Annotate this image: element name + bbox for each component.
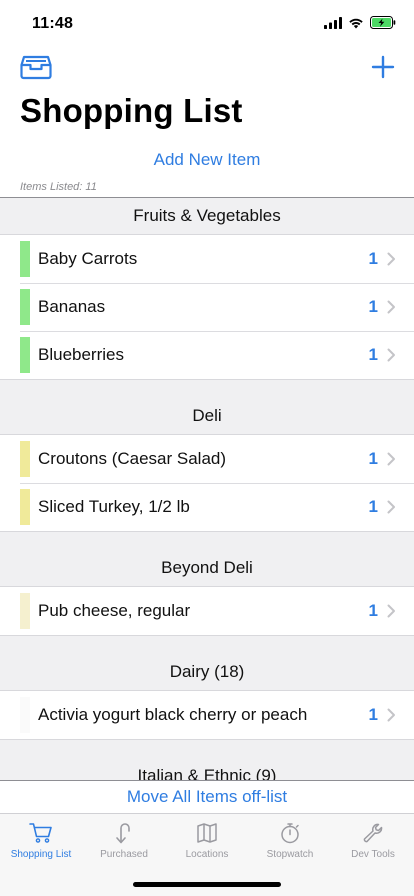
page-title: Shopping List [20, 92, 243, 129]
move-all-items-button[interactable]: Move All Items off-list [127, 787, 287, 807]
tab-label: Locations [185, 849, 229, 860]
tab-locations[interactable]: Locations [166, 820, 248, 870]
chevron-right-icon [387, 708, 395, 722]
tab-label: Shopping List [10, 849, 72, 860]
wifi-icon [349, 18, 363, 28]
list-item[interactable]: Activia yogurt black cherry or peach 1 [0, 691, 414, 739]
map-icon [197, 823, 217, 843]
section-group: Activia yogurt black cherry or peach 1 [0, 690, 414, 740]
category-color-bar [20, 441, 30, 477]
list-item[interactable]: Blueberries 1 [0, 331, 414, 379]
category-color-bar [20, 593, 30, 629]
list-item[interactable]: Croutons (Caesar Salad) 1 [0, 435, 414, 483]
chevron-right-icon [387, 300, 395, 314]
section-header: Italian & Ethnic (9) [0, 758, 414, 780]
chevron-right-icon [387, 500, 395, 514]
cellular-signal-icon [324, 16, 342, 29]
item-label: Baby Carrots [38, 249, 138, 268]
section-group: Baby Carrots 1 Bananas 1 Blueberries 1 [0, 234, 414, 380]
chevron-right-icon [387, 452, 395, 466]
item-label: Croutons (Caesar Salad) [38, 449, 227, 468]
category-color-bar [20, 241, 30, 277]
category-color-bar [20, 289, 30, 325]
item-quantity: 1 [368, 601, 378, 620]
list-item[interactable]: Bananas 1 [0, 283, 414, 331]
add-new-item-button[interactable]: Add New Item [0, 150, 414, 170]
move-all-bar: Move All Items off-list [0, 780, 414, 813]
chevron-right-icon [387, 252, 395, 266]
tab-dev-tools[interactable]: Dev Tools [332, 820, 414, 870]
tab-label: Stopwatch [266, 849, 314, 860]
cart-icon [29, 823, 52, 843]
list-item[interactable]: Sliced Turkey, 1/2 lb 1 [0, 483, 414, 531]
item-label: Pub cheese, regular [38, 601, 191, 620]
section-group: Croutons (Caesar Salad) 1 Sliced Turkey, 1… [0, 434, 414, 532]
section-header: Deli [0, 398, 414, 434]
home-indicator [133, 882, 281, 887]
section-header: Dairy (18) [0, 654, 414, 690]
chevron-right-icon [387, 348, 395, 362]
item-quantity: 1 [368, 297, 378, 316]
item-label: Blueberries [38, 345, 124, 364]
tab-stopwatch[interactable]: Stopwatch [249, 820, 331, 870]
chevron-right-icon [387, 604, 395, 618]
item-label: Sliced Turkey, 1/2 lb [38, 497, 190, 516]
tab-shopping-list[interactable]: Shopping List [0, 820, 82, 870]
category-color-bar [20, 337, 30, 373]
item-label: Activia yogurt black cherry or peach [38, 705, 308, 724]
status-icons [324, 16, 396, 29]
inbox-tray-icon[interactable] [20, 54, 52, 80]
list-item[interactable]: Baby Carrots 1 [0, 235, 414, 283]
shopping-list-table[interactable]: Fruits & Vegetables Baby Carrots 1 Bananas 1… [0, 197, 414, 780]
tab-label: Dev Tools [351, 849, 395, 860]
item-quantity: 1 [368, 497, 378, 516]
item-quantity: 1 [368, 345, 378, 364]
plus-icon[interactable] [370, 54, 396, 80]
purchased-icon [116, 823, 130, 844]
items-listed-count: Items Listed: 11 [20, 181, 97, 193]
stopwatch-icon [281, 823, 299, 844]
tab-purchased[interactable]: Purchased [83, 820, 165, 870]
item-quantity: 1 [368, 249, 378, 268]
tab-label: Purchased [100, 849, 148, 860]
section-header: Beyond Deli [0, 550, 414, 586]
wrench-icon [363, 823, 383, 843]
battery-charging-icon [370, 16, 396, 29]
category-color-bar [20, 489, 30, 525]
item-quantity: 1 [368, 449, 378, 468]
section-group: Pub cheese, regular 1 [0, 586, 414, 636]
item-label: Bananas [38, 297, 106, 316]
item-quantity: 1 [368, 705, 378, 724]
list-item[interactable]: Pub cheese, regular 1 [0, 587, 414, 635]
section-header: Fruits & Vegetables [0, 198, 414, 234]
status-time: 11:48 [32, 15, 74, 32]
status-bar: 11:48 [0, 0, 414, 48]
category-color-bar [20, 697, 30, 733]
